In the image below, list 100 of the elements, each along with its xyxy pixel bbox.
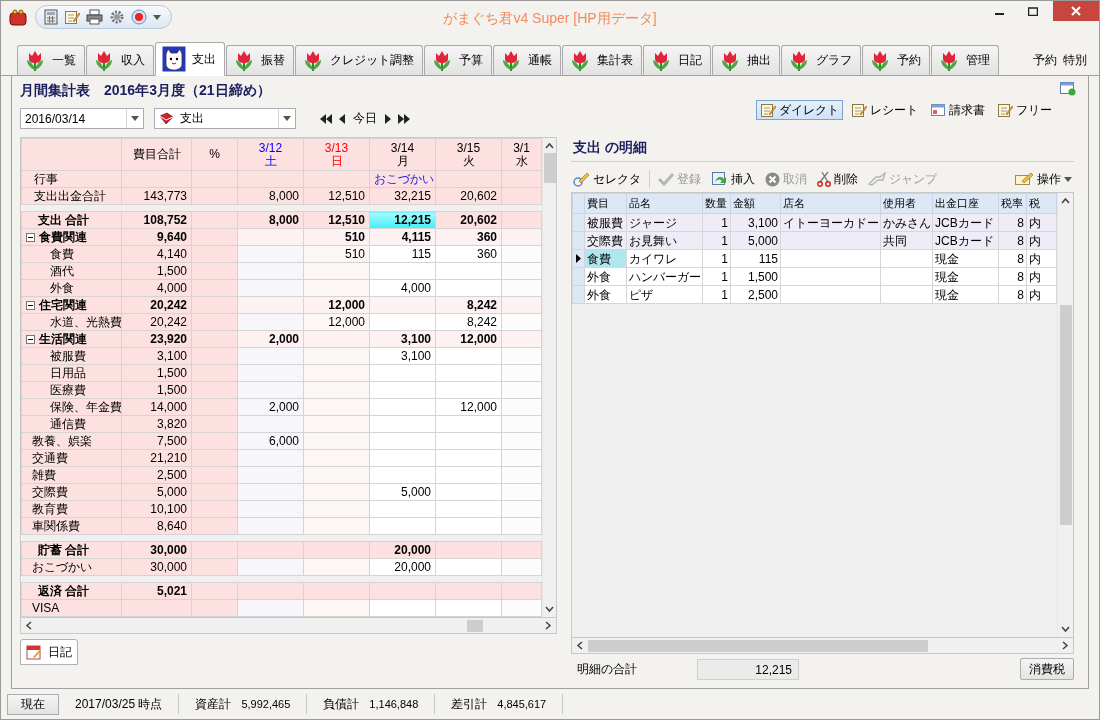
vertical-scrollbar[interactable] — [542, 138, 556, 617]
scroll-left-icon[interactable] — [576, 641, 585, 650]
notepad-icon — [760, 102, 776, 118]
column-header: 税率 — [998, 193, 1027, 214]
scroll-up-icon[interactable] — [545, 142, 554, 151]
printer-icon[interactable] — [86, 9, 103, 25]
scroll-thumb[interactable] — [467, 620, 483, 632]
record-icon[interactable] — [131, 9, 147, 25]
scroll-thumb[interactable] — [1059, 305, 1072, 525]
tulip-icon — [431, 49, 453, 72]
scroll-thumb[interactable] — [543, 153, 556, 183]
maximize-icon — [1028, 6, 1038, 16]
table-cell: 30,000 — [121, 541, 192, 559]
toolbar-button[interactable]: セレクタ — [571, 170, 643, 188]
cat-icon — [162, 46, 186, 72]
date-field[interactable]: 2016/03/14 — [20, 108, 144, 129]
scroll-right-icon[interactable] — [543, 621, 552, 630]
collapse-icon[interactable] — [26, 300, 35, 310]
column-header: 費目 — [584, 193, 627, 214]
receipt-pen-icon — [851, 102, 867, 118]
toolbar-button[interactable]: 削除 — [815, 170, 860, 188]
table-cell: 108,752 — [121, 211, 192, 229]
tax-button[interactable]: 消費税 — [1020, 658, 1074, 680]
table-cell — [435, 541, 502, 559]
table-cell: 5,021 — [121, 582, 192, 600]
tab[interactable]: クレジット調整 — [295, 45, 423, 76]
tulip-icon — [719, 49, 741, 72]
double-left-icon — [320, 113, 332, 124]
tab[interactable]: 振替 — [226, 45, 294, 76]
row-label-text: 貯蓄 合計 — [38, 542, 90, 558]
horizontal-scrollbar[interactable] — [20, 618, 557, 634]
tab[interactable]: 管理 — [931, 45, 999, 76]
column-header: 使用者 — [880, 193, 933, 214]
jump-icon — [868, 172, 886, 186]
diary-tab[interactable]: 日記 — [20, 639, 78, 665]
tab[interactable]: 日記 — [643, 45, 711, 76]
row-label-text: 通信費 — [50, 416, 86, 432]
collapse-icon[interactable] — [26, 334, 35, 344]
table-cell — [501, 582, 542, 600]
view-button[interactable]: 請求書 — [926, 100, 989, 120]
operation-menu-button[interactable]: 操作 — [1012, 170, 1074, 188]
view-button[interactable]: フリー — [993, 100, 1056, 120]
status-value: 1,146,848 — [369, 698, 419, 710]
table-cell: 12,215 — [369, 211, 436, 229]
column-header: 店名 — [780, 193, 881, 214]
calculator-icon[interactable] — [44, 9, 58, 25]
detail-title: 支出 の明細 — [571, 137, 1074, 162]
column-header: % — [191, 138, 238, 171]
scroll-right-icon[interactable] — [1060, 641, 1069, 650]
settings-icon[interactable] — [109, 9, 125, 25]
row-label-text: 交通費 — [32, 450, 68, 466]
tab[interactable]: 通帳 — [493, 45, 561, 76]
tab[interactable]: 抽出 — [712, 45, 780, 76]
left-icon — [338, 113, 345, 124]
cancel-icon — [765, 171, 780, 187]
row-label-text: 車関係費 — [32, 518, 80, 534]
close-button[interactable] — [1053, 1, 1099, 21]
notepad-icon — [64, 9, 80, 25]
category-dropdown[interactable]: 支出 — [154, 108, 296, 129]
last-button[interactable] — [398, 113, 410, 124]
today-button[interactable]: 今日 — [351, 110, 379, 127]
scroll-thumb[interactable] — [588, 640, 928, 652]
window-add-icon[interactable] — [1060, 82, 1076, 96]
purse-icon[interactable] — [9, 8, 27, 26]
scroll-up-icon[interactable] — [1061, 197, 1070, 206]
first-button[interactable] — [320, 113, 332, 124]
tab[interactable]: 集計表 — [562, 45, 642, 76]
tulip-icon — [869, 49, 891, 72]
menu-label[interactable]: 特別 — [1063, 52, 1087, 69]
toolbar-button[interactable]: 挿入 — [709, 170, 757, 188]
scroll-down-icon[interactable] — [545, 604, 554, 613]
tab[interactable]: 収入 — [86, 45, 154, 76]
calendar-icon — [26, 644, 42, 660]
table-cell — [191, 541, 238, 559]
scroll-left-icon[interactable] — [25, 621, 34, 630]
status-label: 負債計 — [323, 695, 360, 713]
table-cell — [303, 582, 370, 600]
row-label-text: 教育費 — [32, 501, 68, 517]
collapse-icon[interactable] — [26, 232, 35, 242]
vertical-scrollbar[interactable] — [1057, 193, 1073, 637]
tulip-icon — [569, 49, 591, 72]
view-button[interactable]: ダイレクト — [756, 100, 843, 120]
column-header: 税 — [1026, 193, 1057, 214]
menu-label[interactable]: 予約 — [1033, 52, 1057, 69]
now-button[interactable]: 現在 — [7, 693, 59, 715]
row-label-text: 被服費 — [50, 348, 86, 364]
tab[interactable]: 予算 — [424, 45, 492, 76]
previous-button[interactable] — [338, 113, 345, 124]
scroll-down-icon[interactable] — [1061, 624, 1070, 633]
status-value: 5,992,465 — [241, 698, 291, 710]
report-title: 月間集計表 — [20, 82, 90, 100]
tab[interactable]: グラフ — [781, 45, 861, 76]
row-label-text: 食費関連 — [39, 229, 87, 245]
next-button[interactable] — [385, 113, 392, 124]
horizontal-scrollbar[interactable] — [571, 638, 1074, 654]
tab[interactable]: 一覧 — [17, 45, 85, 76]
tab[interactable]: 支出 — [155, 42, 225, 76]
tab[interactable]: 予約 — [862, 45, 930, 76]
tulip-icon — [500, 49, 522, 72]
view-button[interactable]: レシート — [847, 100, 922, 120]
